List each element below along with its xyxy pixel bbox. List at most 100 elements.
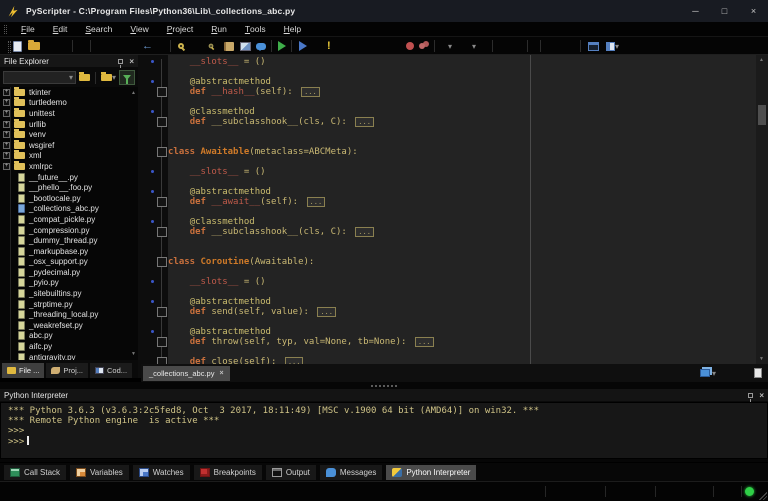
code-line[interactable]	[141, 157, 756, 167]
code-line[interactable]: - class Coroutine(Awaitable):	[141, 257, 756, 267]
code-line[interactable]: + def __subclasshook__(cls, C): ...	[141, 227, 756, 237]
menu-item[interactable]: Help	[275, 22, 310, 36]
editor-tab[interactable]: _collections_abc.py ×	[143, 366, 230, 381]
gutter-marker[interactable]: +	[141, 117, 168, 127]
menu-item[interactable]: Run	[202, 22, 236, 36]
run-to-cursor-button[interactable]: !	[327, 40, 331, 52]
tab-variables[interactable]: Variables	[70, 465, 129, 480]
bookmarks-button[interactable]	[224, 40, 234, 52]
code-line[interactable]	[141, 137, 756, 147]
toolbar-grip[interactable]	[4, 25, 7, 34]
gutter-marker[interactable]: +	[141, 307, 168, 317]
code-line[interactable]	[141, 267, 756, 277]
gutter-marker[interactable]	[141, 207, 168, 217]
tree-item[interactable]: + xmlrpc	[0, 161, 138, 172]
code-line[interactable]	[141, 237, 756, 247]
tree-item[interactable]: _collections_abc.py	[0, 204, 138, 215]
tree-item[interactable]: + urllib	[0, 119, 138, 130]
code-line[interactable]: @abstractmethod	[141, 77, 756, 87]
code-line[interactable]: __slots__ = ()	[141, 57, 756, 67]
tree-item[interactable]: aifc.py	[0, 341, 138, 352]
code-line[interactable]: + def __await__(self): ...	[141, 197, 756, 207]
menu-item[interactable]: Project	[158, 22, 202, 36]
code-line[interactable]	[141, 317, 756, 327]
code-line[interactable]	[141, 97, 756, 107]
gutter-marker[interactable]	[141, 187, 168, 197]
code-line[interactable]	[141, 177, 756, 187]
pin-icon[interactable]	[118, 59, 123, 64]
tree-item[interactable]: _compat_pickle.py	[0, 214, 138, 225]
tree-item[interactable]: antigravity.py	[0, 352, 138, 360]
code-line[interactable]: + def __hash__(self): ...	[141, 87, 756, 97]
search-button[interactable]	[178, 40, 184, 52]
window-list-button[interactable]: ▾	[700, 369, 716, 378]
code-line[interactable]	[141, 67, 756, 77]
expand-icon[interactable]: +	[3, 152, 10, 159]
tree-item[interactable]: + venv	[0, 129, 138, 140]
tree-item[interactable]: abc.py	[0, 331, 138, 342]
tab-call-stack[interactable]: Call Stack	[4, 465, 66, 480]
undo-button[interactable]: ←	[142, 40, 153, 52]
tree-item[interactable]: _sitebuiltins.py	[0, 288, 138, 299]
new-file-button[interactable]	[13, 40, 22, 52]
gutter-marker[interactable]: +	[141, 227, 168, 237]
gutter-marker[interactable]	[141, 127, 168, 137]
tab-output[interactable]: Output	[266, 465, 316, 480]
tree-item[interactable]: __phello__.foo.py	[0, 182, 138, 193]
code-line[interactable]: + def close(self): ...	[141, 357, 756, 364]
pin-icon[interactable]	[748, 393, 753, 398]
resize-grip[interactable]	[759, 492, 767, 500]
menu-item[interactable]: View	[121, 22, 157, 36]
scroll-up-icon[interactable]: ▲	[759, 57, 764, 63]
tab-file-explorer[interactable]: File ...	[2, 363, 44, 378]
windows-button[interactable]: ▾	[606, 40, 619, 52]
gutter-marker[interactable]	[141, 237, 168, 247]
code-line[interactable]: __slots__ = ()	[141, 167, 756, 177]
gutter-marker[interactable]	[141, 67, 168, 77]
code-line[interactable]: + def send(self, value): ...	[141, 307, 756, 317]
gutter-marker[interactable]	[141, 97, 168, 107]
gutter-marker[interactable]	[141, 137, 168, 147]
open-folder-button[interactable]	[76, 70, 93, 85]
expand-icon[interactable]: +	[3, 121, 10, 128]
tree-item[interactable]: _osx_support.py	[0, 257, 138, 268]
tree-item[interactable]: _dummy_thread.py	[0, 235, 138, 246]
tab-project-explorer[interactable]: Proj...	[46, 363, 88, 378]
code-line[interactable]: - class Awaitable(metaclass=ABCMeta):	[141, 147, 756, 157]
new-tab-icon[interactable]	[754, 368, 762, 378]
gutter-marker[interactable]: +	[141, 357, 168, 364]
close-button[interactable]: ×	[739, 0, 768, 22]
code-editor[interactable]: __slots__ = () @abstractmethod + def __h…	[141, 55, 768, 364]
tab-messages[interactable]: Messages	[320, 465, 382, 480]
clear-breakpoints-button[interactable]	[419, 40, 425, 52]
close-icon[interactable]: ×	[129, 57, 134, 66]
gutter-marker[interactable]	[141, 277, 168, 287]
gutter-marker[interactable]: -	[141, 257, 168, 267]
gutter-marker[interactable]	[141, 317, 168, 327]
code-line[interactable]	[141, 247, 756, 257]
menu-item[interactable]: Search	[76, 22, 121, 36]
tree-item[interactable]: _compression.py	[0, 225, 138, 236]
toggle-breakpoint-button[interactable]	[406, 40, 414, 52]
code-line[interactable]: + def __subclasshook__(cls, C): ...	[141, 117, 756, 127]
find-in-files-button[interactable]	[208, 40, 214, 52]
scrollbar-thumb[interactable]	[758, 105, 766, 125]
tree-item[interactable]: + turtledemo	[0, 98, 138, 109]
tab-code-explorer[interactable]: Cod...	[90, 363, 132, 378]
code-line[interactable]	[141, 127, 756, 137]
code-line[interactable]: @classmethod	[141, 217, 756, 227]
menu-item[interactable]: File	[12, 22, 44, 36]
code-line[interactable]	[141, 287, 756, 297]
filter-button[interactable]	[119, 70, 135, 85]
close-tab-icon[interactable]: ×	[219, 370, 223, 377]
tree-item[interactable]: _pydecimal.py	[0, 267, 138, 278]
tree-item[interactable]: _weakrefset.py	[0, 320, 138, 331]
gutter-marker[interactable]	[141, 157, 168, 167]
gutter-marker[interactable]	[141, 297, 168, 307]
expand-icon[interactable]: +	[3, 89, 10, 96]
code-line[interactable]	[141, 207, 756, 217]
debug-button[interactable]	[299, 40, 307, 52]
tab-breakpoints[interactable]: Breakpoints	[194, 465, 262, 480]
expand-icon[interactable]: +	[3, 142, 10, 149]
tree-item[interactable]: _threading_local.py	[0, 309, 138, 320]
